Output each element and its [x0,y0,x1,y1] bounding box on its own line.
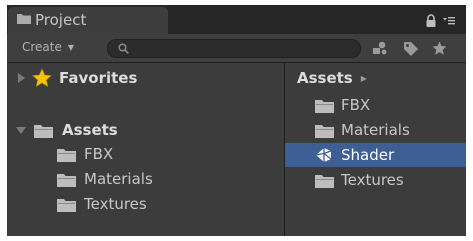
asset-item-label: Textures [341,171,404,189]
dropdown-caret-icon: ▼ [67,43,75,52]
unity-shader-icon [315,148,332,162]
breadcrumb-arrow-icon: ▶ [360,74,367,83]
asset-item-label: FBX [341,96,371,114]
folder-icon [57,149,76,162]
star-icon [32,68,52,88]
asset-item-textures[interactable]: Textures [285,168,466,192]
tab-label: Project [35,11,87,29]
filter-by-type-icon[interactable] [372,41,388,55]
tab-bar: Project [7,5,466,34]
tree-item-label: FBX [84,145,114,163]
tree-item-assets[interactable]: Assets [7,118,284,142]
asset-item-label: Materials [341,121,410,139]
collapse-arrow-icon[interactable] [16,127,26,134]
toolbar: Create ▼ [7,34,466,63]
search-input[interactable] [107,39,361,58]
tree-item-label: Favorites [59,69,138,87]
asset-item-label: Shader [341,146,395,164]
expand-arrow-icon[interactable] [18,73,25,83]
tree-item-materials[interactable]: Materials [7,167,284,191]
folder-tree: Favorites Assets FBX Materials Textures [7,63,285,236]
search-icon [118,43,129,54]
create-label: Create [22,40,62,54]
asset-item-materials[interactable]: Materials [285,118,466,142]
tree-item-favorites[interactable]: Favorites [7,66,284,90]
tree-item-label: Materials [84,170,153,188]
asset-list: Assets ▶ FBX Materials Shader Textures [285,63,466,236]
favorite-star-icon[interactable] [432,41,447,56]
filter-by-label-icon[interactable] [403,41,419,56]
breadcrumb-assets[interactable]: Assets ▶ [297,69,367,87]
folder-icon [34,125,53,138]
tab-project[interactable]: Project [8,7,168,34]
create-dropdown[interactable]: Create ▼ [22,40,74,54]
tree-item-fbx[interactable]: FBX [7,142,284,166]
tree-item-textures[interactable]: Textures [7,192,284,216]
menu-icon[interactable] [443,15,455,25]
folder-icon [17,14,31,24]
folder-icon [315,100,334,113]
asset-item-shader[interactable]: Shader [285,143,466,167]
folder-icon [315,175,334,188]
breadcrumb[interactable]: Assets ▶ [285,66,466,90]
lock-icon[interactable] [425,14,437,27]
folder-icon [315,125,334,138]
folder-icon [57,199,76,212]
project-window: Project Create ▼ Favorites Assets FBX Ma… [7,5,466,236]
tree-item-label: Textures [84,195,147,213]
folder-icon [57,174,76,187]
tree-item-label: Assets [62,121,118,139]
asset-item-fbx[interactable]: FBX [285,93,466,117]
